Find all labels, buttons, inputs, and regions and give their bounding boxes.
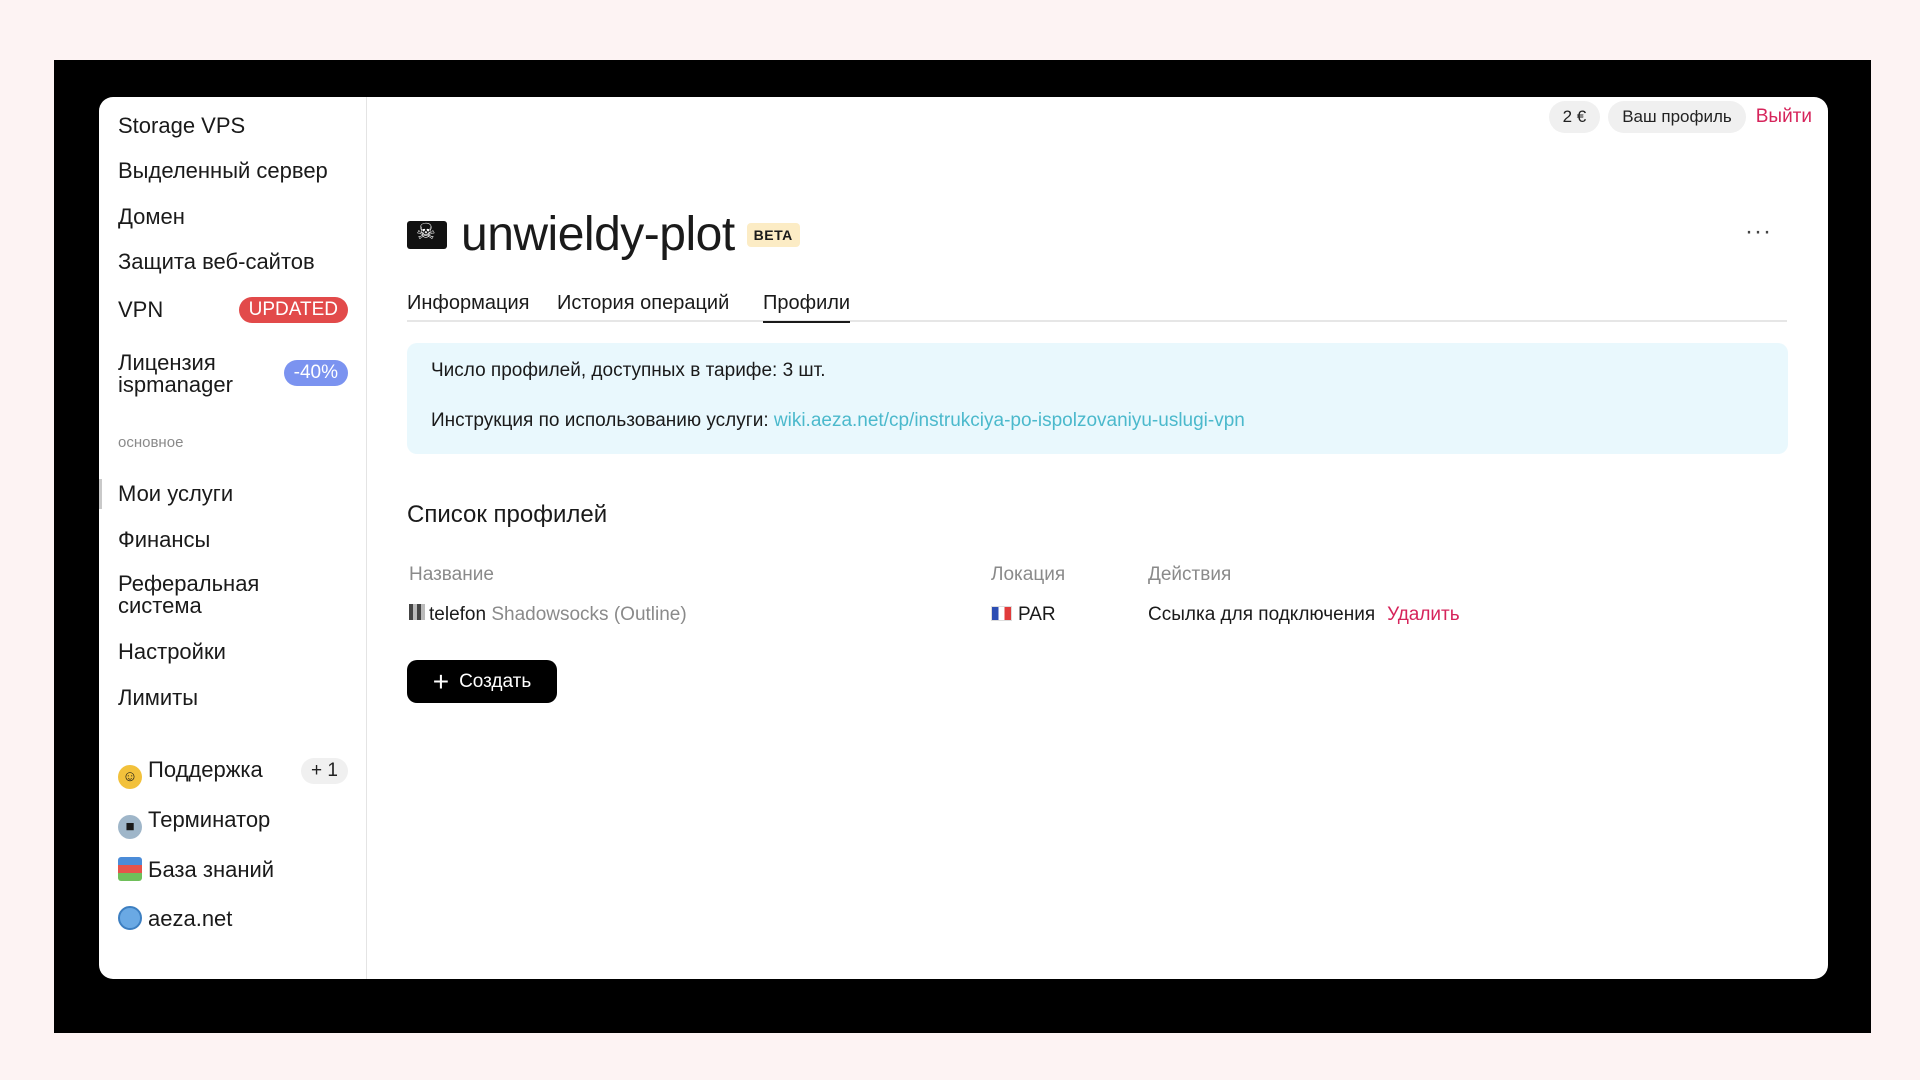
sidebar-item-label: aeza.net	[148, 906, 233, 931]
tab-profiles[interactable]: Профили	[763, 292, 851, 323]
france-flag-icon	[991, 606, 1012, 621]
plus-icon: +	[432, 665, 450, 697]
sidebar-item-label: Мои услуги	[118, 481, 234, 506]
profile-name-cell: telefon Shadowsocks (Outline)	[409, 604, 687, 626]
delete-link[interactable]: Удалить	[1387, 604, 1460, 625]
page-title: unwieldy-plot	[461, 208, 735, 261]
beta-badge: BETA	[746, 222, 800, 247]
sidebar-item-my-services[interactable]: Мои услуги	[118, 482, 233, 506]
sidebar-item-label: База знаний	[148, 857, 275, 882]
tab-bar: Информация История операций Профили	[407, 292, 1787, 323]
sidebar-item-label: Защита веб-сайтов	[118, 249, 315, 274]
tab-info[interactable]: Информация	[407, 292, 529, 321]
sidebar-item-limits[interactable]: Лимиты	[118, 686, 198, 710]
sidebar-item-dedicated-server[interactable]: Выделенный сервер	[118, 159, 328, 183]
sidebar-item-knowledge-base[interactable]: База знаний	[118, 857, 274, 882]
profiles-list-title: Список профилей	[407, 501, 608, 528]
sidebar: Storage VPS Выделенный сервер Домен Защи…	[99, 97, 367, 979]
sidebar-item-label: система	[118, 593, 202, 618]
sidebar-item-ispmanager-license[interactable]: Лицензия ispmanager -40%	[118, 352, 348, 396]
page-header: unwieldy-plot BETA	[407, 207, 800, 262]
sidebar-item-label: VPN	[118, 297, 164, 322]
profile-name: telefon	[429, 604, 487, 625]
sidebar-item-aeza-net[interactable]: aeza.net	[118, 906, 232, 931]
app-window: Storage VPS Выделенный сервер Домен Защи…	[99, 97, 1828, 979]
sidebar-item-domain[interactable]: Домен	[118, 205, 185, 229]
instruction-line: Инструкция по использованию услуги: wiki…	[431, 410, 1245, 432]
sidebar-item-terminator[interactable]: ■ Терминатор	[118, 808, 270, 839]
globe-icon	[118, 906, 142, 930]
sidebar-item-label: Терминатор	[148, 807, 271, 832]
column-header-name: Название	[409, 564, 494, 585]
sidebar-item-support[interactable]: ☺ Поддержка + 1	[118, 758, 348, 789]
sidebar-item-label: Storage VPS	[118, 113, 246, 138]
profile-actions-cell: Ссылка для подключения Удалить	[1148, 604, 1460, 626]
books-icon	[118, 857, 142, 881]
updated-badge: UPDATED	[238, 297, 348, 323]
sidebar-item-finance[interactable]: Финансы	[118, 528, 210, 552]
nerd-face-icon: ☺	[118, 765, 142, 789]
robot-icon: ■	[118, 815, 142, 839]
profile-location-cell: PAR	[991, 604, 1056, 626]
instruction-link[interactable]: wiki.aeza.net/cp/instrukciya-po-ispolzov…	[774, 410, 1245, 431]
sidebar-item-label: Реферальная	[118, 571, 260, 596]
sidebar-section-label: основное	[118, 434, 184, 451]
pirate-flag-icon	[407, 219, 447, 249]
sidebar-item-settings[interactable]: Настройки	[118, 640, 226, 664]
create-button-label: Создать	[459, 670, 532, 692]
tab-history[interactable]: История операций	[557, 292, 729, 321]
column-header-location: Локация	[991, 564, 1066, 585]
discount-badge: -40%	[283, 360, 348, 386]
create-profile-button[interactable]: + Создать	[407, 660, 557, 703]
main-content: unwieldy-plot BETA ··· Информация Истори…	[407, 97, 1792, 979]
sidebar-item-website-protection[interactable]: Защита веб-сайтов	[118, 250, 315, 274]
column-header-actions: Действия	[1148, 564, 1232, 585]
sidebar-item-label: Поддержка	[148, 757, 263, 782]
connection-link[interactable]: Ссылка для подключения	[1148, 604, 1375, 625]
profile-location: PAR	[1018, 604, 1056, 625]
profile-protocol: Shadowsocks (Outline)	[491, 604, 687, 625]
info-panel: Число профилей, доступных в тарифе: 3 шт…	[407, 343, 1788, 454]
qr-code-icon	[409, 604, 425, 620]
more-options-icon[interactable]: ···	[1745, 220, 1772, 244]
sidebar-item-label: Настройки	[118, 639, 226, 664]
sidebar-item-storage-vps[interactable]: Storage VPS	[118, 114, 245, 138]
sidebar-item-label: Финансы	[118, 527, 211, 552]
sidebar-item-label: Домен	[118, 204, 185, 229]
sidebar-item-label: Выделенный сервер	[118, 158, 328, 183]
notification-count-badge: + 1	[301, 758, 348, 784]
profiles-limit-text: Число профилей, доступных в тарифе: 3 шт…	[431, 360, 826, 381]
instruction-label: Инструкция по использованию услуги:	[431, 410, 774, 431]
sidebar-item-vpn[interactable]: VPN UPDATED	[118, 297, 348, 323]
sidebar-item-label: Лимиты	[118, 685, 199, 710]
active-indicator	[99, 479, 102, 509]
sidebar-item-referral[interactable]: Реферальная система	[118, 573, 259, 617]
